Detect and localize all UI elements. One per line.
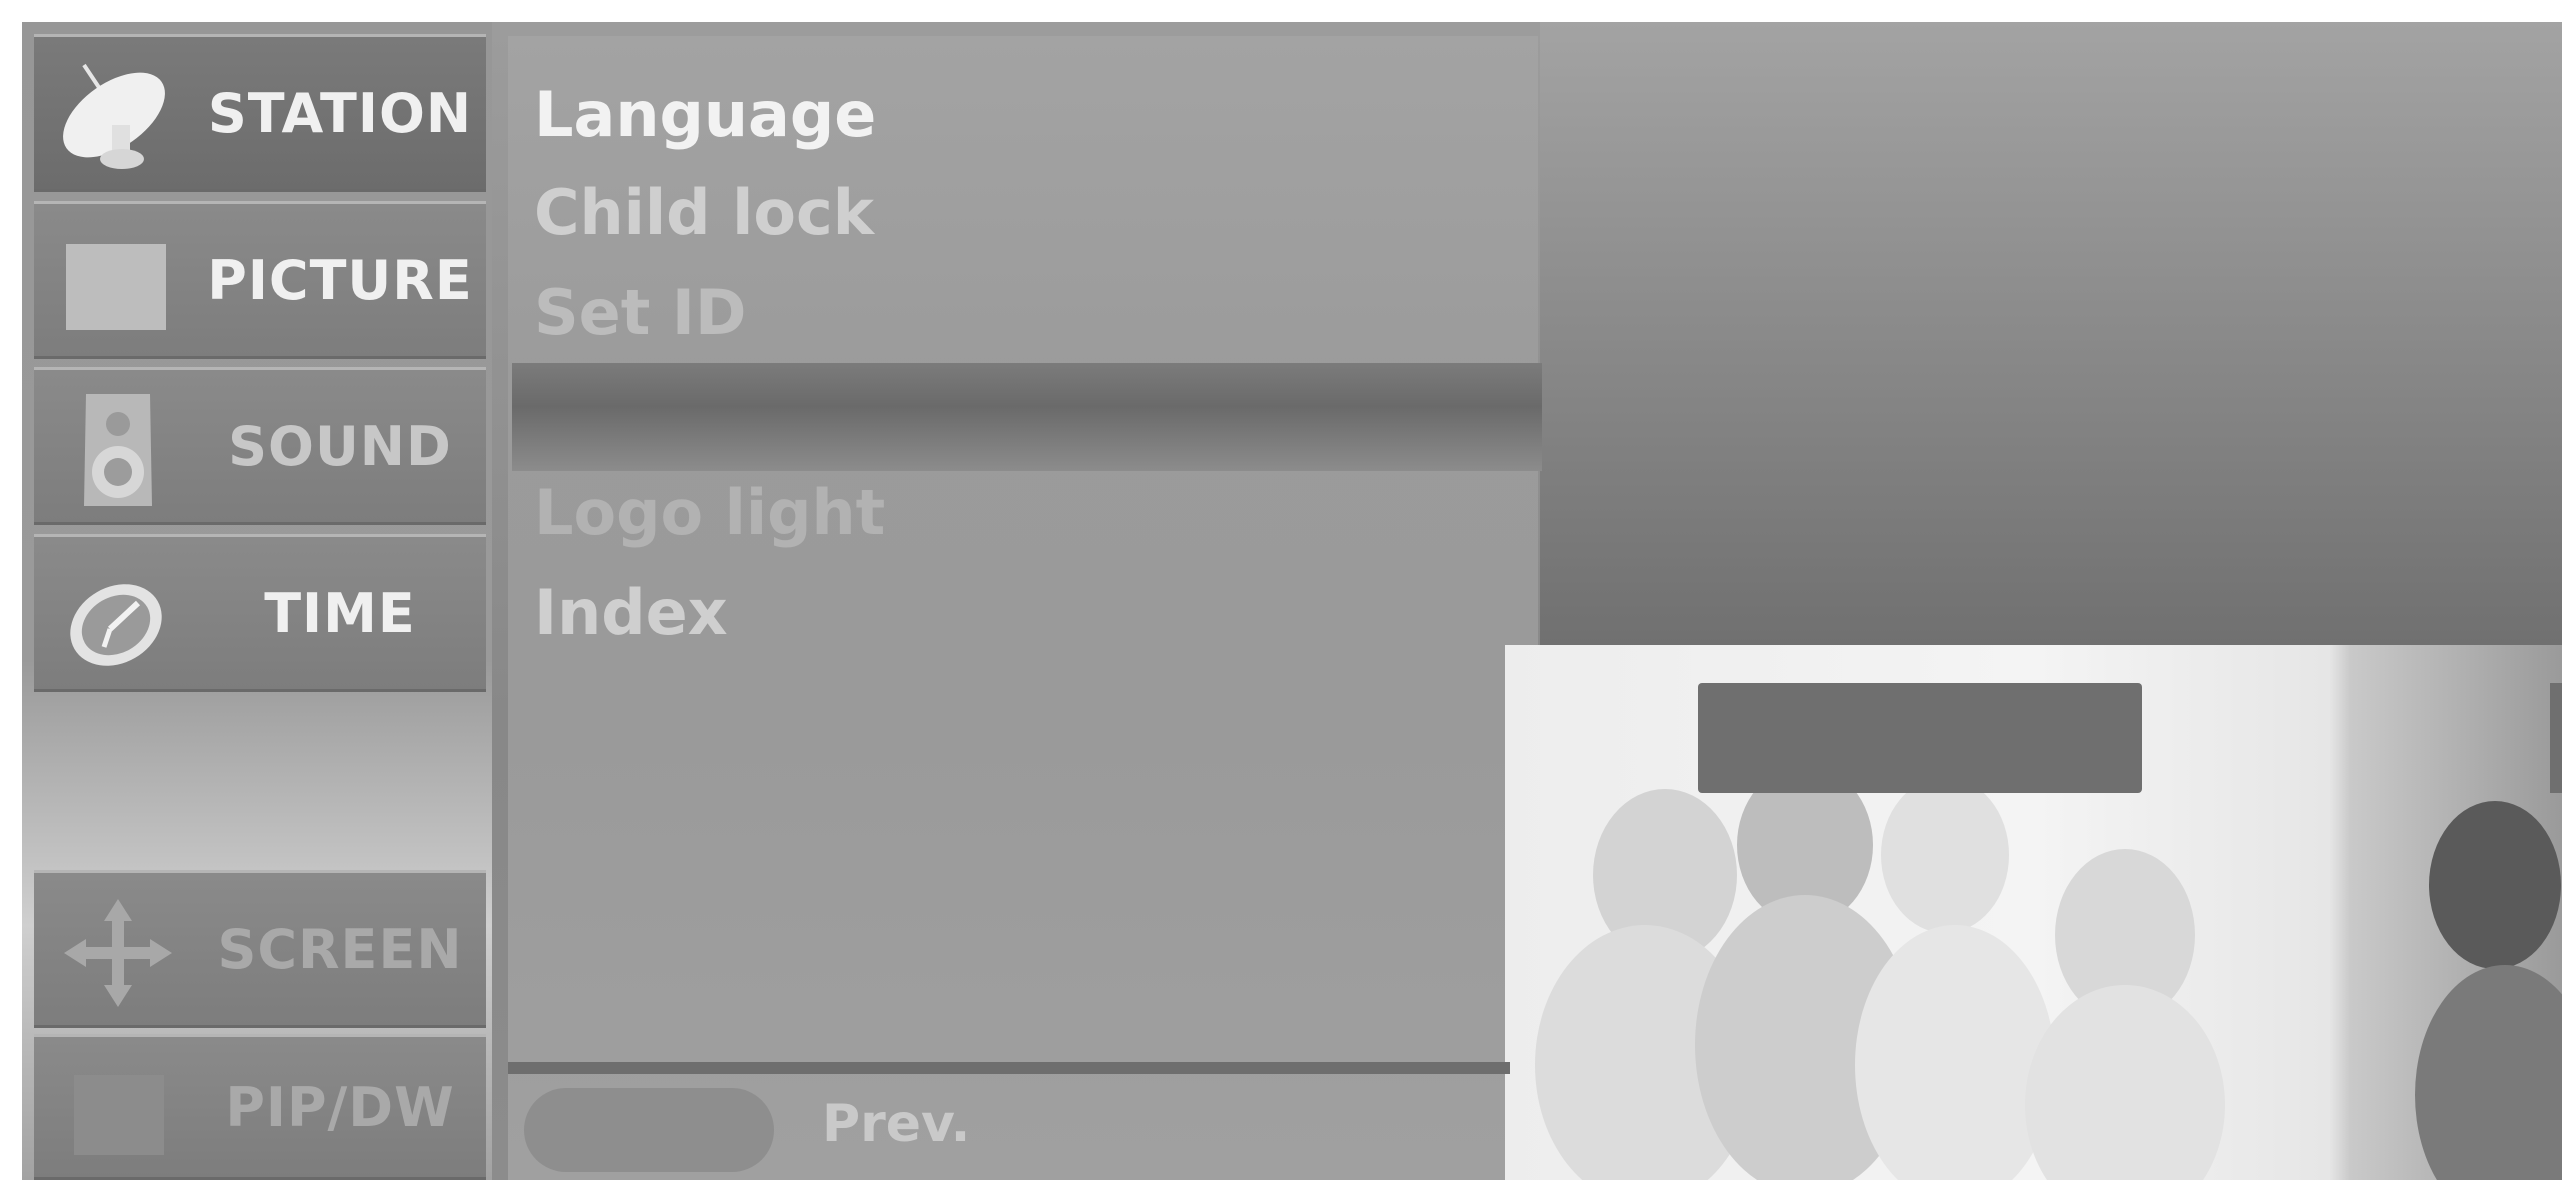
sidebar-item-screen[interactable]: SCREEN [34, 870, 486, 1028]
sidebar-item-label: PICTURE [207, 248, 473, 312]
sidebar-item-label: SOUND [228, 414, 452, 478]
pip-window-icon [74, 1075, 164, 1155]
sidebar-item-picture[interactable]: PICTURE [34, 201, 486, 359]
clock-icon [70, 584, 162, 666]
satellite-dish-icon [63, 63, 165, 169]
sidebar-item-label: TIME [264, 581, 416, 645]
tv-osd-screen: STATION PICTURE SOUND TIME SCREEN PIP/DW… [0, 0, 2562, 1180]
submenu-item-index[interactable]: Index [534, 582, 728, 644]
prev-label: Prev. [822, 1094, 971, 1154]
sidebar-item-sound[interactable]: SOUND [34, 367, 486, 525]
submenu-item-logo-light[interactable]: Logo light [534, 482, 885, 544]
speaker-icon [84, 394, 152, 506]
sidebar-item-time[interactable]: TIME [34, 534, 486, 692]
preview-label-box [1698, 683, 2142, 793]
sidebar-item-label: SCREEN [217, 917, 463, 981]
submenu-item-child-lock[interactable]: Child lock [534, 182, 874, 244]
picture-square-icon [66, 244, 166, 330]
prev-button[interactable] [524, 1088, 774, 1172]
footer-divider [508, 1062, 1510, 1074]
sidebar-item-station[interactable]: STATION [34, 34, 486, 192]
submenu-selection-band [512, 363, 1542, 471]
sidebar-item-pip-dw[interactable]: PIP/DW [34, 1034, 486, 1180]
submenu-item-language[interactable]: Language [534, 84, 876, 146]
header-background [1540, 22, 2562, 647]
sidebar-item-label: STATION [207, 81, 473, 145]
submenu-item-set-id[interactable]: Set ID [534, 282, 746, 344]
move-arrows-icon [64, 899, 172, 1007]
sidebar-item-label: PIP/DW [225, 1075, 455, 1139]
preview-label-box-edge [2550, 683, 2562, 793]
